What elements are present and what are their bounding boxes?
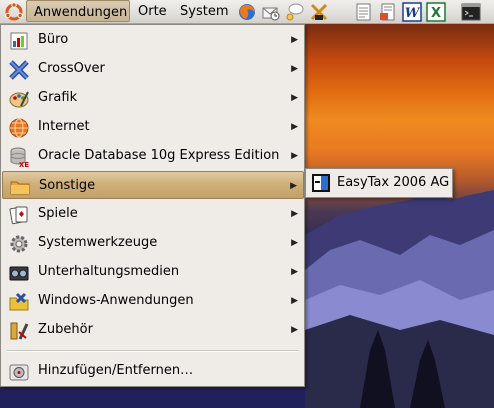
submenu-arrow-icon: ▶ — [291, 238, 298, 248]
internet-icon — [9, 118, 29, 138]
menu-item-label: Systemwerkzeuge — [38, 235, 158, 250]
submenu-arrow-icon: ▶ — [291, 64, 298, 74]
menu-item-label: Büro — [38, 32, 69, 47]
places-menu-button[interactable]: Orte — [138, 0, 167, 23]
svg-text:X: X — [431, 6, 441, 21]
svg-text:W: W — [405, 6, 421, 21]
menu-item-systemwerkzeuge[interactable]: Systemwerkzeuge ▶ — [2, 229, 304, 257]
submenu-arrow-icon: ▶ — [291, 296, 298, 306]
top-panel: Anwendungen Orte System W X — [0, 0, 494, 24]
system-menu-button[interactable]: System — [180, 0, 228, 23]
submenu-arrow-icon: ▶ — [291, 93, 298, 103]
help-icon[interactable] — [285, 2, 305, 22]
easytax-icon — [312, 174, 330, 192]
menu-item-add-remove[interactable]: Hinzufügen/Entfernen… — [2, 357, 304, 385]
terminal-icon[interactable] — [461, 2, 481, 22]
sonstige-submenu: EasyTax 2006 AG — [305, 168, 453, 198]
menu-separator — [7, 350, 299, 352]
submenu-arrow-icon: ▶ — [291, 209, 298, 219]
submenu-arrow-icon: ▶ — [291, 35, 298, 45]
menu-item-buero[interactable]: Büro ▶ — [2, 26, 304, 54]
menu-item-label: Oracle Database 10g Express Edition — [38, 148, 280, 163]
word-icon[interactable]: W — [402, 2, 422, 22]
menu-item-label: Grafik — [38, 90, 78, 105]
menu-item-spiele[interactable]: Spiele ▶ — [2, 200, 304, 228]
crossover-icon — [9, 60, 29, 80]
notes-icon[interactable] — [354, 2, 374, 22]
add-remove-icon — [9, 364, 29, 381]
firefox-icon[interactable] — [237, 2, 257, 22]
system-tools-icon — [10, 235, 28, 253]
graphics-icon — [9, 91, 29, 108]
ubuntu-logo-icon[interactable] — [4, 2, 24, 22]
menu-item-label: Zubehör — [38, 322, 93, 337]
office-icon — [10, 32, 28, 50]
oracle-icon: XE — [10, 147, 29, 168]
tools-icon[interactable] — [309, 2, 329, 22]
windows-apps-icon — [9, 292, 29, 311]
submenu-arrow-icon: ▶ — [291, 325, 298, 335]
menu-item-label: Hinzufügen/Entfernen… — [38, 363, 194, 378]
menu-item-label: Spiele — [38, 206, 78, 221]
svg-text:XE: XE — [19, 161, 29, 168]
applications-menu: Büro ▶ CrossOver ▶ Grafik ▶ Internet ▶ X… — [0, 24, 305, 387]
submenu-arrow-icon: ▶ — [291, 122, 298, 132]
multimedia-icon — [9, 266, 29, 281]
mail-icon[interactable] — [261, 2, 281, 22]
menu-item-zubehoer[interactable]: Zubehör ▶ — [2, 316, 304, 344]
menu-item-oracle[interactable]: XE Oracle Database 10g Express Edition ▶ — [2, 142, 304, 170]
menu-item-label: Windows-Anwendungen — [38, 293, 194, 308]
menu-item-windows-anwendungen[interactable]: Windows-Anwendungen ▶ — [2, 287, 304, 315]
menu-item-label: Internet — [38, 119, 90, 134]
accessories-icon — [10, 322, 29, 340]
menu-item-grafik[interactable]: Grafik ▶ — [2, 84, 304, 112]
menu-item-label: Unterhaltungsmedien — [38, 264, 180, 279]
submenu-arrow-icon: ▶ — [290, 181, 297, 191]
folder-icon — [10, 181, 30, 195]
menu-item-label: Sonstige — [39, 178, 96, 193]
menu-item-label: EasyTax 2006 AG — [337, 175, 450, 190]
menu-item-unterhaltungsmedien[interactable]: Unterhaltungsmedien ▶ — [2, 258, 304, 286]
menu-item-label: CrossOver — [38, 61, 105, 76]
menu-item-easytax[interactable]: EasyTax 2006 AG — [307, 170, 451, 196]
menu-item-sonstige[interactable]: Sonstige ▶ — [2, 171, 304, 199]
games-icon — [9, 206, 28, 225]
document-icon[interactable] — [378, 2, 398, 22]
submenu-arrow-icon: ▶ — [291, 151, 298, 161]
applications-menu-button[interactable]: Anwendungen — [26, 0, 130, 22]
submenu-arrow-icon: ▶ — [291, 267, 298, 277]
excel-icon[interactable]: X — [426, 2, 446, 22]
menu-item-crossover[interactable]: CrossOver ▶ — [2, 55, 304, 83]
menu-item-internet[interactable]: Internet ▶ — [2, 113, 304, 141]
